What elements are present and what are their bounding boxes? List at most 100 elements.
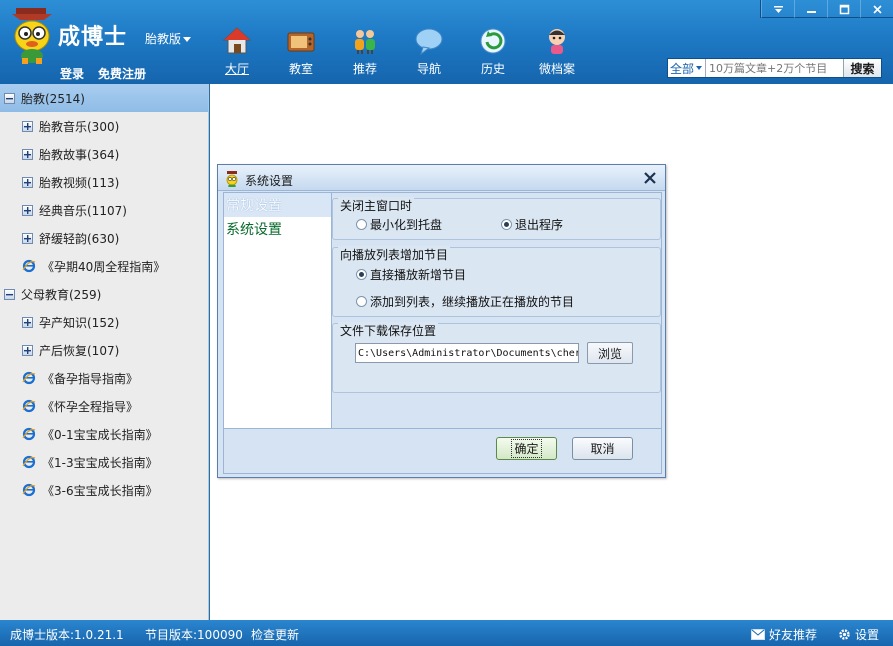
edition-dropdown[interactable]: 胎教版 [145,30,192,47]
app-title: 成博士 [58,25,128,50]
sidebar-item-pregnancy-full-guide[interactable]: 《怀孕全程指导》 [0,392,208,420]
register-link[interactable]: 免费注册 [98,65,146,82]
browse-button[interactable]: 浏览 [587,342,633,364]
ie-browser-icon [22,483,36,497]
sidebar-item-baby-1-3-guide[interactable]: 《1-3宝宝成长指南》 [0,448,208,476]
category-sidebar: 胎教(2514) 胎教音乐(300) 胎教故事(364) 胎教视频(113) 经… [0,84,209,620]
radio-append-to-list[interactable]: 添加到列表，继续播放正在播放的节目 [356,293,574,310]
download-path-field[interactable] [355,343,579,363]
mascot-logo-icon [12,8,52,64]
chevron-down-icon [696,66,703,70]
expand-icon[interactable] [22,148,33,160]
sidebar-item-classic-music[interactable]: 经典音乐(1107) [0,196,208,224]
sidebar-group-parenting[interactable]: 父母教育(259) [0,280,208,308]
tab-system-settings[interactable]: 系统设置 [224,217,331,241]
house-icon [222,27,252,54]
chat-bubble-icon [415,28,443,56]
nav-classroom[interactable]: 教室 [275,26,327,80]
radio-checked-icon [356,269,367,280]
ie-browser-icon [22,399,36,413]
expand-icon[interactable] [22,120,33,132]
sidebar-group-prenatal[interactable]: 胎教(2514) [0,84,208,112]
sidebar-item-label: 胎教音乐(300) [39,119,120,134]
cancel-button[interactable]: 取消 [572,437,633,460]
sidebar-item-maternity-knowledge[interactable]: 孕产知识(152) [0,308,208,336]
search-scope-dropdown[interactable]: 全部 [668,59,706,77]
nav-recommend[interactable]: 推荐 [339,26,391,80]
maximize-button[interactable] [827,0,860,18]
sidebar-item-label: 《备孕指导指南》 [42,371,139,386]
group-title: 向播放列表增加节目 [338,246,451,263]
radio-label: 直接播放新增节目 [370,268,467,282]
minimize-button[interactable] [794,0,827,18]
sidebar-item-label: 《3-6宝宝成长指南》 [42,483,158,498]
expand-icon[interactable] [22,176,33,188]
search-input[interactable] [706,59,843,77]
check-update-link[interactable]: 检查更新 [251,626,299,643]
nav-hall[interactable]: 大厅 [211,26,263,80]
login-link[interactable]: 登录 [60,65,84,82]
refresh-icon [480,28,506,54]
dialog-titlebar[interactable]: 系统设置 [218,165,665,191]
nav-history[interactable]: 历史 [467,26,519,80]
expand-icon[interactable] [22,204,33,216]
playlist-behavior-group: 向播放列表增加节目 直接播放新增节目 添加到列表，继续播放正在播放的节目 [332,246,661,317]
settings-label: 设置 [855,628,880,642]
mascot-logo-icon [226,171,238,187]
expand-icon[interactable] [22,316,33,328]
dialog-close-button[interactable] [641,169,659,187]
radio-checked-icon [501,219,512,230]
dialog-title: 系统设置 [245,174,294,188]
chevron-down-icon [183,37,192,42]
collapse-icon[interactable] [4,288,15,300]
radio-exit-program[interactable]: 退出程序 [501,216,563,233]
settings-link[interactable]: 设置 [838,626,879,643]
sidebar-item-label: 《1-3宝宝成长指南》 [42,455,158,470]
nav-label: 历史 [480,62,505,76]
sidebar-item-prenatal-videos[interactable]: 胎教视频(113) [0,168,208,196]
sidebar-item-pregnancy-guide[interactable]: 《孕期40周全程指南》 [0,252,208,280]
radio-unchecked-icon [356,219,367,230]
tab-label: 系统设置 [226,222,282,238]
ie-browser-icon [22,371,36,385]
ok-button-label: 确定 [511,439,542,458]
radio-minimize-to-tray[interactable]: 最小化到托盘 [356,216,442,233]
tab-general-settings[interactable]: 常规设置 [224,193,331,217]
ok-button[interactable]: 确定 [496,437,557,460]
nav-micro-archive[interactable]: 微档案 [531,26,583,80]
nav-label: 导航 [416,62,441,76]
radio-label: 最小化到托盘 [370,218,443,232]
menu-button[interactable] [761,0,794,18]
search-box: 全部 搜索 [667,58,882,78]
people-icon [355,30,375,54]
sidebar-item-label: 胎教(2514) [21,91,85,106]
sidebar-item-postpartum-recovery[interactable]: 产后恢复(107) [0,336,208,364]
sidebar-item-prenatal-stories[interactable]: 胎教故事(364) [0,140,208,168]
maximize-icon [839,4,849,14]
search-button[interactable]: 搜索 [843,59,881,77]
recommend-friend-link[interactable]: 好友推荐 [751,626,817,643]
sidebar-item-conception-guide[interactable]: 《备孕指导指南》 [0,364,208,392]
expand-icon[interactable] [22,344,33,356]
sidebar-item-label: 胎教视频(113) [39,175,120,190]
sidebar-item-prenatal-music[interactable]: 胎教音乐(300) [0,112,208,140]
nav-label: 推荐 [352,62,377,76]
close-icon [644,172,656,184]
window-controls [760,0,893,18]
group-title: 关闭主窗口时 [338,197,415,214]
expand-icon[interactable] [22,232,33,244]
sidebar-item-baby-3-6-guide[interactable]: 《3-6宝宝成长指南》 [0,476,208,504]
collapse-icon[interactable] [4,92,15,104]
nav-navigation[interactable]: 导航 [403,26,455,80]
search-scope-label: 全部 [670,61,695,76]
nav-label: 微档案 [538,62,575,76]
envelope-icon [751,629,765,640]
close-button[interactable] [860,0,893,18]
sidebar-item-soothing[interactable]: 舒缓轻韵(630) [0,224,208,252]
program-version-text: 节目版本:100090 [145,628,243,642]
radio-play-new-directly[interactable]: 直接播放新增节目 [356,266,466,283]
sidebar-item-baby-0-1-guide[interactable]: 《0-1宝宝成长指南》 [0,420,208,448]
sidebar-item-label: 《孕期40周全程指南》 [42,259,166,274]
download-location-group: 文件下载保存位置 浏览 [332,322,661,393]
tab-label: 常规设置 [226,198,282,214]
